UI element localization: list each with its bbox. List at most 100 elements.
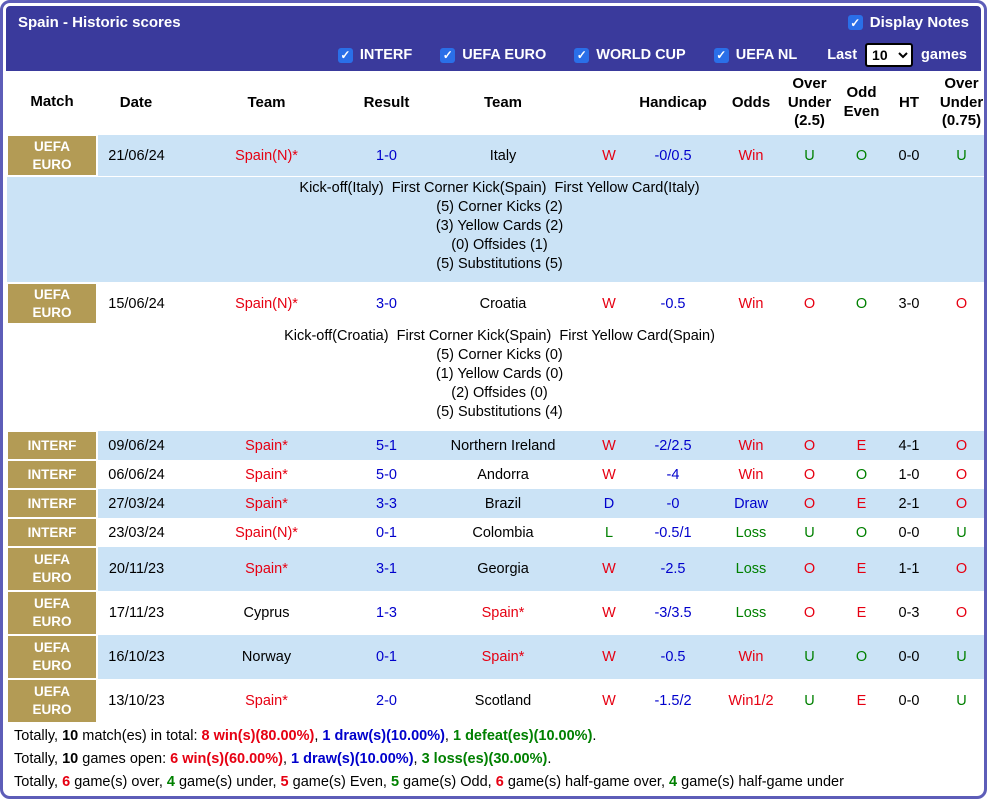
games-count-select[interactable]: 10: [865, 43, 914, 67]
checkbox-checked-icon[interactable]: [337, 47, 353, 63]
home-team: Spain*: [175, 679, 358, 723]
checkbox-checked-icon[interactable]: [574, 47, 590, 63]
halftime-score: 4-1: [887, 431, 931, 460]
match-row: INTERF 27/03/24 Spain* 3-3 Brazil D -0 Draw O E 2-…: [6, 488, 984, 519]
odd-even-result: O: [836, 283, 887, 324]
column-header: Over Under (2.5): [783, 71, 836, 135]
halftime-score: 1-0: [887, 460, 931, 489]
summary-segment: match(es) in total:: [78, 728, 202, 744]
match-note-line: Kick-off(Croatia) First Corner Kick(Spai…: [284, 328, 715, 344]
home-team: Spain*: [175, 460, 358, 489]
over-under-075-result: O: [931, 431, 984, 460]
competition-badge: UEFA EURO: [6, 590, 98, 636]
summary-segment: ,: [282, 751, 292, 767]
over-under-075-result: O: [931, 591, 984, 635]
display-notes-toggle[interactable]: Display Notes: [847, 14, 969, 31]
away-team: Italy: [415, 135, 591, 176]
filter-label: UEFA EURO: [462, 47, 547, 63]
match-note-line: (2) Offsides (0): [451, 385, 548, 401]
summary-segment: 6: [495, 774, 504, 790]
summary-segment: Totally,: [14, 774, 63, 790]
summary-segment: 4: [166, 774, 175, 790]
home-team: Spain*: [175, 431, 358, 460]
checkbox-checked-icon[interactable]: [713, 47, 729, 63]
over-under-075-result: U: [931, 518, 984, 547]
odds-result: Win: [719, 460, 783, 489]
column-header: HT: [887, 71, 931, 135]
filter-interf[interactable]: INTERF: [337, 47, 412, 63]
checkbox-checked-icon[interactable]: [847, 15, 863, 30]
competition-badge: UEFA EURO: [6, 134, 98, 177]
halftime-score: 3-0: [887, 283, 931, 324]
odds-result: Win1/2: [719, 679, 783, 723]
column-header: Team: [415, 71, 591, 135]
match-notes: Kick-off(Croatia) First Corner Kick(Spai…: [7, 324, 984, 431]
games-count-group: Last 10 games: [827, 43, 967, 67]
odd-even-result: O: [836, 135, 887, 176]
match-result: 1-0: [358, 135, 415, 176]
match-note-line: (5) Substitutions (5): [436, 256, 563, 272]
summary-segment: 8 win(s)(80.00%): [201, 728, 315, 744]
away-team: Georgia: [415, 547, 591, 591]
filter-label: WORLD CUP: [596, 47, 686, 63]
home-team: Spain(N)*: [175, 135, 358, 176]
match-note-line: Kick-off(Italy) First Corner Kick(Spain)…: [299, 180, 700, 196]
match-row: INTERF 09/06/24 Spain* 5-1 Northern Ireland W…: [6, 430, 984, 461]
match-row: UEFA EURO 20/11/23 Spain* 3-1 Georgia W -2.5 Lo…: [6, 546, 984, 592]
summary-segment: .: [592, 728, 597, 744]
summary-segment: 4: [669, 774, 678, 790]
competition-badge: INTERF: [6, 459, 98, 490]
match-result: 3-0: [358, 283, 415, 324]
historic-scores-panel: Spain - Historic scores Display Notes IN…: [0, 0, 987, 799]
match-result: 5-1: [358, 431, 415, 460]
match-result: 0-1: [358, 635, 415, 679]
filter-label: UEFA NL: [735, 47, 798, 63]
handicap-result-letter: W: [591, 431, 627, 460]
match-result: 1-3: [358, 591, 415, 635]
match-note-line: (5) Corner Kicks (0): [436, 347, 563, 363]
over-under-075-result: O: [931, 489, 984, 518]
halftime-score: 2-1: [887, 489, 931, 518]
handicap-result-letter: W: [591, 460, 627, 489]
match-result: 5-0: [358, 460, 415, 489]
checkbox-checked-icon[interactable]: [440, 47, 456, 63]
match-note-line: (3) Yellow Cards (2): [435, 218, 564, 234]
match-date: 06/06/24: [97, 460, 175, 489]
filter-bar: INTERF UEFA EURO WORLD CUP UEFA NL Last 10 …: [6, 39, 981, 71]
away-team: Andorra: [415, 460, 591, 489]
match-result: 0-1: [358, 518, 415, 547]
handicap-line: -0.5/1: [627, 518, 719, 547]
summary-segment: ,: [444, 728, 453, 744]
match-row: UEFA EURO 17/11/23 Cyprus 1-3 Spain* W -3/3.5 L…: [6, 590, 984, 636]
odds-result: Win: [719, 635, 783, 679]
match-date: 20/11/23: [97, 547, 175, 591]
match-date: 09/06/24: [97, 431, 175, 460]
summary-segment: game(s) Even,: [288, 774, 391, 790]
summary-line: Totally, 10 games open: 6 win(s)(60.00%)…: [6, 747, 981, 770]
odds-result: Draw: [719, 489, 783, 518]
match-row: UEFA EURO 15/06/24 Spain(N)* 3-0 Croatia W -0.…: [6, 282, 984, 325]
over-under-075-result: U: [931, 135, 984, 176]
over-under-25-result: O: [783, 283, 836, 324]
column-header: [591, 71, 627, 135]
handicap-line: -2/2.5: [627, 431, 719, 460]
summary-segment: ,: [413, 751, 422, 767]
odd-even-result: O: [836, 518, 887, 547]
over-under-25-result: O: [783, 591, 836, 635]
summary-segment: 6: [62, 774, 71, 790]
match-row: UEFA EURO 13/10/23 Spain* 2-0 Scotland W -1.5/…: [6, 678, 984, 724]
handicap-line: -1.5/2: [627, 679, 719, 723]
over-under-075-result: U: [931, 679, 984, 723]
match-row: UEFA EURO 16/10/23 Norway 0-1 Spain* W -0.5 Win…: [6, 634, 984, 680]
column-header: Over Under (0.75): [931, 71, 984, 135]
column-header: Odds: [719, 71, 783, 135]
odds-result: Win: [719, 135, 783, 176]
summary-segment: 3 loss(es)(30.00%): [421, 751, 548, 767]
halftime-score: 0-0: [887, 635, 931, 679]
filter-uefa-euro[interactable]: UEFA EURO: [440, 47, 546, 63]
summary-segment: 6 win(s)(60.00%): [170, 751, 283, 767]
summary-segment: 1 draw(s)(10.00%): [291, 751, 414, 767]
filter-uefa-nl[interactable]: UEFA NL: [713, 47, 798, 63]
column-header: Match: [7, 71, 97, 135]
filter-world-cup[interactable]: WORLD CUP: [574, 47, 686, 63]
